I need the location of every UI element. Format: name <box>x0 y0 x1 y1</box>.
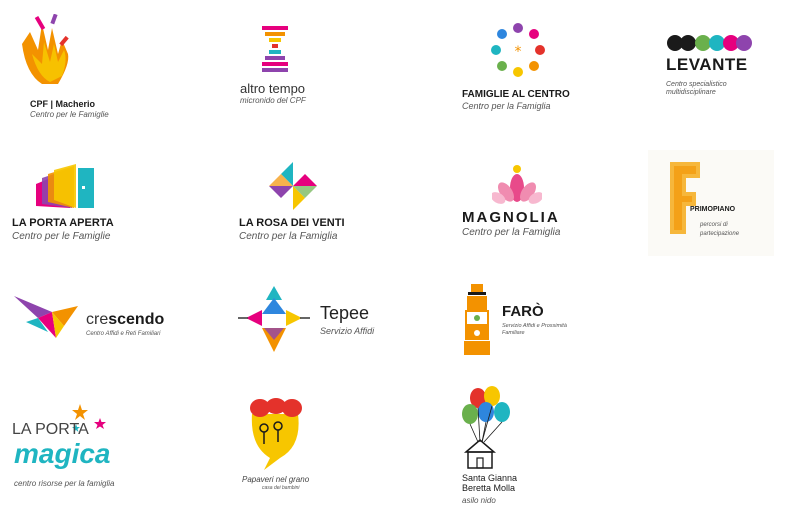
logo-rosa-venti-sub: Centro per la Famiglia <box>239 231 338 242</box>
pinwheel-icon <box>269 162 317 210</box>
logo-crescendo-sub: Centro Affidi e Reti Familiari <box>86 331 161 337</box>
lotus-icon <box>492 165 542 204</box>
logo-cpf-name: CPF | Macherio <box>30 99 96 109</box>
dots-row-icon <box>667 35 752 51</box>
logo-rosa-venti-name: LA ROSA DEI VENTI <box>239 217 345 229</box>
logo-tepee-sub: Servizio Affidi <box>320 326 375 336</box>
logo-porta-magica-name-b: magica <box>14 438 111 469</box>
logo-porta-magica-sub: centro risorse per la famiglia <box>14 479 115 488</box>
logo-papaveri-sub: casa dei bambini <box>262 485 300 491</box>
logo-tepee-name: Tepee <box>320 303 370 323</box>
logo-porta-aperta-sub: Centro per le Famiglie <box>12 231 111 242</box>
balloon-house-icon <box>462 386 510 469</box>
logo-primopiano-sub2: partecipazione <box>700 231 740 237</box>
logo-la-rosa-dei-venti: LA ROSA DEI VENTI Centro per la Famiglia <box>239 160 369 245</box>
logo-papaveri-name: Papaveri nel grano <box>242 475 310 484</box>
logo-cpf-sub: Centro per le Famiglie <box>30 110 109 119</box>
logo-cpf-macherio: CPF | Macherio Centro per le Famiglie <box>10 14 130 124</box>
logo-porta-aperta-name: LA PORTA APERTA <box>12 217 114 229</box>
hourglass-icon <box>262 26 288 72</box>
flower-circle-icon: * <box>491 23 545 77</box>
logo-magnolia-name: MAGNOLIA <box>462 209 560 226</box>
logo-primopiano: PRIMOPIANO percorsi di partecipazione <box>648 150 774 256</box>
open-door-icon <box>36 164 94 208</box>
logo-primopiano-sub1: percorsi di <box>700 222 728 228</box>
logo-crescendo-name-a: cre <box>86 311 109 328</box>
logo-altro-tempo: altro tempo micronido del CPF <box>238 26 348 116</box>
tepee-arrows-icon <box>238 286 310 352</box>
logo-santa-gianna-line3: asilo nido <box>462 496 496 505</box>
svg-text:*: * <box>515 44 522 60</box>
logo-magnolia: MAGNOLIA Centro per la Famiglia <box>462 164 582 244</box>
logo-porta-magica-name-a: LA PORTA <box>12 421 89 438</box>
lighthouse-icon <box>464 284 490 355</box>
logo-altro-tempo-name: altro tempo <box>240 81 306 96</box>
logo-faro-sub2: Familiare <box>502 330 525 336</box>
logo-levante-name: LEVANTE <box>666 55 748 74</box>
logo-crescendo: crescendo Centro Affidi e Reti Familiari <box>12 292 172 348</box>
logo-crescendo-name: crescendo <box>86 312 164 328</box>
logo-levante-sub2: multidisciplinare <box>666 89 716 96</box>
poppy-speech-bubble-icon <box>250 398 302 470</box>
logo-faro: FARÒ Servizio Affidi e Prossimità Famili… <box>462 282 592 358</box>
logo-levante-sub1: Centro specialistico <box>666 81 727 88</box>
logo-santa-gianna-line1: Santa Gianna <box>462 473 518 483</box>
logo-la-porta-aperta: LA PORTA APERTA Centro per le Famiglie <box>12 164 142 244</box>
logo-tepee: Tepee Servizio Affidi <box>236 284 386 356</box>
logo-famiglie-sub: Centro per la Famiglia <box>462 101 551 111</box>
logo-levante: LEVANTE Centro specialistico multidiscip… <box>666 34 786 104</box>
logo-famiglie-al-centro: * FAMIGLIE AL CENTRO Centro per la Famig… <box>462 22 592 117</box>
logo-famiglie-name: FAMIGLIE AL CENTRO <box>462 89 570 100</box>
logo-santa-gianna-line2: Beretta Molla <box>462 483 516 493</box>
logo-santa-gianna: Santa Gianna Beretta Molla asilo nido <box>462 386 572 510</box>
logo-altro-tempo-sub: micronido del CPF <box>240 96 306 105</box>
logo-magnolia-sub: Centro per la Famiglia <box>462 227 561 238</box>
logo-primopiano-name: PRIMOPIANO <box>690 206 736 213</box>
logo-faro-sub1: Servizio Affidi e Prossimità <box>502 323 567 329</box>
logo-crescendo-name-b: scendo <box>108 311 165 328</box>
bird-icon <box>14 296 78 338</box>
hands-icon <box>22 14 69 84</box>
logo-la-porta-magica: LA PORTA magica centro risorse per la fa… <box>10 402 140 494</box>
logo-papaveri-nel-grano: Papaveri nel grano casa dei bambini <box>240 398 340 494</box>
logo-faro-name: FARÒ <box>502 303 544 320</box>
